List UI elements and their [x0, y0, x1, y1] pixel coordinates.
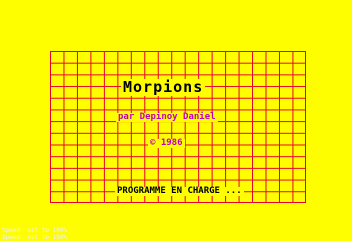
copyright-notice: © 1986 [148, 138, 185, 148]
game-title: Morpions [121, 78, 206, 96]
game-grid [50, 51, 306, 203]
loading-message: PROGRAMME EN CHARGE ... [115, 186, 244, 196]
emulator-status-line: Speed: set to 100% [2, 227, 68, 234]
emulator-status-line: Speed: set to 150% [2, 234, 68, 241]
author-credit: par Depinoy Daniel [116, 112, 218, 122]
emulator-screen: Morpions par Depinoy Daniel © 1986 PROGR… [0, 0, 352, 241]
